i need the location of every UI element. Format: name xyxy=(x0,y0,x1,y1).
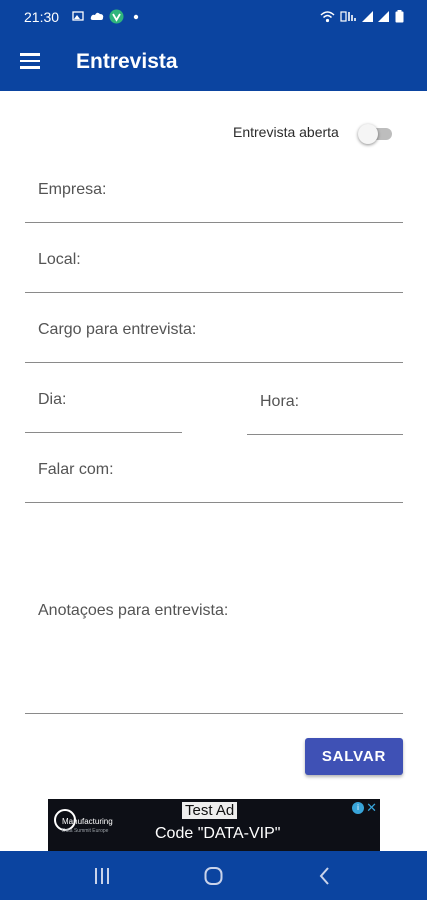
status-bar: 21:30 xyxy=(0,0,427,33)
ad-logo-text: Manufacturing xyxy=(62,817,113,826)
dot-icon xyxy=(133,14,139,20)
dia-field[interactable]: Dia: xyxy=(25,378,182,433)
close-icon[interactable]: ✕ xyxy=(366,800,377,816)
system-nav-bar xyxy=(0,851,427,900)
volte-icon xyxy=(340,11,356,22)
app-bar: Entrevista xyxy=(0,33,427,91)
empresa-field[interactable]: Empresa: xyxy=(25,168,403,223)
anotacoes-field[interactable]: Anotaçoes para entrevista: xyxy=(25,520,403,714)
battery-icon xyxy=(395,10,404,23)
cargo-field[interactable]: Cargo para entrevista: xyxy=(25,308,403,363)
image-icon xyxy=(72,11,84,21)
falar-com-field[interactable]: Falar com: xyxy=(25,448,403,503)
test-ad-label: Test Ad xyxy=(182,802,238,819)
wifi-icon xyxy=(320,11,335,23)
home-icon[interactable] xyxy=(202,864,226,888)
falar-com-placeholder: Falar com: xyxy=(38,461,114,478)
empresa-placeholder: Empresa: xyxy=(38,181,107,198)
anotacoes-placeholder: Anotaçoes para entrevista: xyxy=(38,602,229,619)
signal-icon xyxy=(378,11,389,22)
signal-icon xyxy=(362,11,373,22)
cargo-placeholder: Cargo para entrevista: xyxy=(38,321,197,338)
interview-open-row: Entrevista aberta xyxy=(0,121,427,145)
local-placeholder: Local: xyxy=(38,251,81,268)
switch-thumb xyxy=(358,124,378,144)
hora-field[interactable]: Hora: xyxy=(247,380,403,435)
local-field[interactable]: Local: xyxy=(25,238,403,293)
ad-banner[interactable]: Manufacturing Data Summit Europe Jo with… xyxy=(48,799,380,851)
status-time: 21:30 xyxy=(24,9,60,25)
adchoices-icon[interactable]: i xyxy=(352,802,364,814)
hora-placeholder: Hora: xyxy=(260,393,300,410)
cloud-icon xyxy=(90,12,104,20)
hamburger-menu-icon[interactable] xyxy=(20,53,40,69)
recent-apps-icon[interactable] xyxy=(90,864,114,888)
back-icon[interactable] xyxy=(313,864,337,888)
dia-placeholder: Dia: xyxy=(38,391,67,408)
page-title: Entrevista xyxy=(76,50,178,73)
ad-text-line2: Code "DATA-VIP" xyxy=(155,825,281,842)
interview-open-switch[interactable] xyxy=(358,123,392,144)
ad-logo-subtext: Data Summit Europe xyxy=(62,828,109,834)
vpn-icon xyxy=(109,9,124,24)
save-button[interactable]: SALVAR xyxy=(305,738,403,775)
interview-open-label: Entrevista aberta xyxy=(233,124,339,140)
